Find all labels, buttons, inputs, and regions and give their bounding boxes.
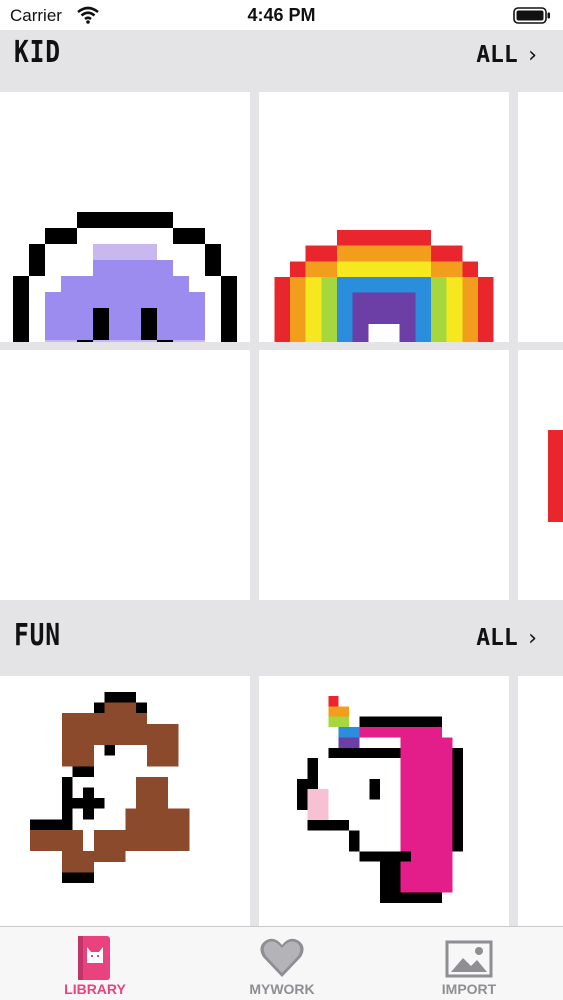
battery-icon [513,7,550,24]
tile-unicorn[interactable] [259,676,509,926]
tile-partial[interactable] [518,92,563,342]
cat-book-icon [78,936,110,980]
chevron-right-icon: › [525,42,539,68]
section-title: FUN [14,618,61,653]
status-bar: Carrier 4:46 PM [0,0,563,30]
tab-bar: LIBRARY MYWORK IMPORT [0,926,563,1000]
tile-partial[interactable] [518,350,563,600]
tab-label: MYWORK [249,981,315,997]
heart-icon [260,938,304,977]
tile-slime-face[interactable] [0,92,250,342]
rainbow-art [274,230,494,342]
see-all-label: ALL [476,625,518,651]
library-screen: Carrier 4:46 PM KID ALL › FUN ALL › LIBR… [0,0,563,1000]
unicorn-art [297,696,463,903]
see-all-kid-button[interactable]: ALL › [476,42,539,68]
tab-mywork[interactable]: MYWORK [212,927,352,1000]
image-icon [445,940,493,978]
slime-face-art [13,212,237,342]
see-all-label: ALL [476,42,518,68]
chevron-right-icon: › [525,625,539,651]
tab-label: IMPORT [441,981,497,997]
tab-label: LIBRARY [64,981,126,997]
tile-rainbow[interactable] [259,92,509,342]
tile-partial[interactable] [518,676,563,926]
clock: 4:46 PM [247,5,316,25]
see-all-fun-button[interactable]: ALL › [476,625,539,651]
red-art-fragment [548,430,563,522]
tile-cat[interactable] [0,350,250,600]
tab-import[interactable]: IMPORT [399,927,539,1000]
section-title: KID [14,35,61,70]
tile-black-cat[interactable] [259,350,509,600]
section-header-fun: FUN ALL › [0,605,563,665]
tile-dog[interactable] [0,676,250,926]
brown-dog-art [30,692,190,883]
tab-library[interactable]: LIBRARY [25,927,165,1000]
section-header-kid: KID ALL › [0,22,563,82]
